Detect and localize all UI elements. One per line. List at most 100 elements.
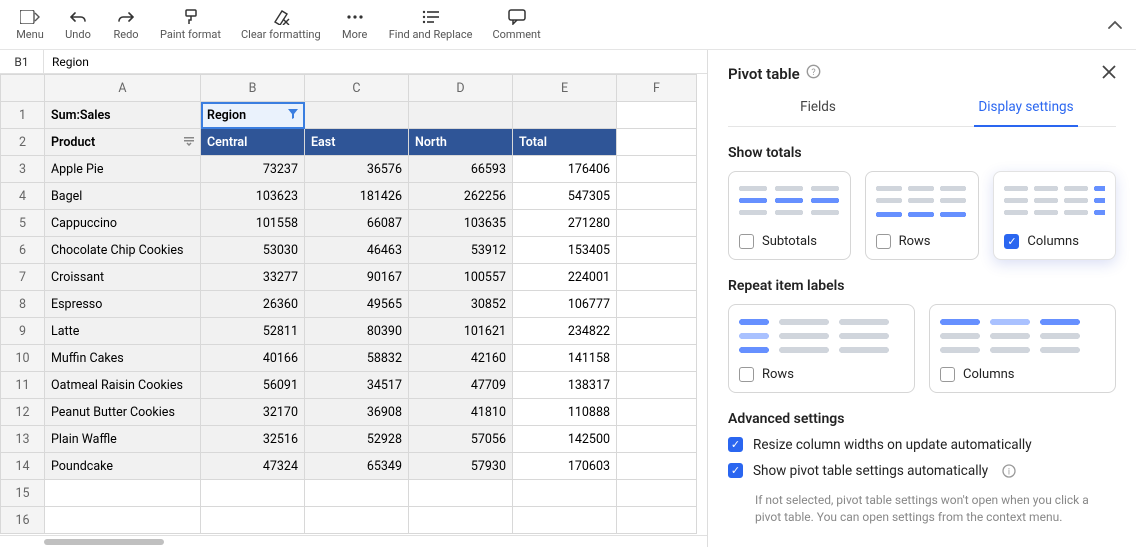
cell-B9[interactable]: 52811 [201,318,305,345]
cell-C10[interactable]: 58832 [305,345,409,372]
row-header-8[interactable]: 8 [1,291,45,318]
checkbox-repeat-columns[interactable] [940,367,955,382]
row-header-7[interactable]: 7 [1,264,45,291]
cell-A6[interactable]: Chocolate Chip Cookies [45,237,201,264]
cell-B12[interactable]: 32170 [201,399,305,426]
cell-B16[interactable] [201,507,305,534]
cell-F6[interactable] [617,237,697,264]
cell-D3[interactable]: 66593 [409,156,513,183]
cell-D10[interactable]: 42160 [409,345,513,372]
filter-icon[interactable] [288,108,298,123]
option-columns-totals[interactable]: Columns [993,171,1116,260]
column-header-F[interactable]: F [617,75,697,102]
cell-C13[interactable]: 52928 [305,426,409,453]
cell-B15[interactable] [201,480,305,507]
cell-C8[interactable]: 49565 [305,291,409,318]
cell-E15[interactable] [513,480,617,507]
cell-E10[interactable]: 141158 [513,345,617,372]
cell-C5[interactable]: 66087 [305,210,409,237]
tab-fields[interactable]: Fields [796,93,840,125]
cell-A15[interactable] [45,480,201,507]
row-header-15[interactable]: 15 [1,480,45,507]
cell-E13[interactable]: 142500 [513,426,617,453]
cell-C9[interactable]: 80390 [305,318,409,345]
help-icon[interactable]: ? [806,64,821,83]
more-button[interactable]: More [333,6,377,43]
cell-F8[interactable] [617,291,697,318]
cell-A8[interactable]: Espresso [45,291,201,318]
cell-B11[interactable]: 56091 [201,372,305,399]
row-header-16[interactable]: 16 [1,507,45,534]
cell-B10[interactable]: 40166 [201,345,305,372]
cell-D15[interactable] [409,480,513,507]
option-subtotals[interactable]: Subtotals [728,171,851,260]
checkbox-subtotals[interactable] [739,234,754,249]
cell-A1[interactable]: Sum:Sales [45,102,201,129]
cell-B1[interactable]: Region [201,102,305,129]
row-header-2[interactable]: 2 [1,129,45,156]
cell-A5[interactable]: Cappuccino [45,210,201,237]
cell-C16[interactable] [305,507,409,534]
option-rows-totals[interactable]: Rows [865,171,980,260]
info-icon[interactable]: i [1002,463,1016,482]
cell-F12[interactable] [617,399,697,426]
cell-B14[interactable]: 47324 [201,453,305,480]
cell-A3[interactable]: Apple Pie [45,156,201,183]
cell-C7[interactable]: 90167 [305,264,409,291]
cell-D8[interactable]: 30852 [409,291,513,318]
cell-E8[interactable]: 106777 [513,291,617,318]
cell-F13[interactable] [617,426,697,453]
dropdown-icon[interactable] [184,135,194,150]
row-header-5[interactable]: 5 [1,210,45,237]
cell-A10[interactable]: Muffin Cakes [45,345,201,372]
formula-bar[interactable]: Region [44,55,707,69]
cell-C2[interactable]: East [305,129,409,156]
row-header-11[interactable]: 11 [1,372,45,399]
cell-F7[interactable] [617,264,697,291]
cell-E16[interactable] [513,507,617,534]
cell-D5[interactable]: 103635 [409,210,513,237]
column-header-D[interactable]: D [409,75,513,102]
cell-C15[interactable] [305,480,409,507]
cell-F15[interactable] [617,480,697,507]
checkbox-rows-totals[interactable] [876,234,891,249]
cell-E1[interactable] [513,102,617,129]
cell-B3[interactable]: 73237 [201,156,305,183]
cell-D6[interactable]: 53912 [409,237,513,264]
cell-E12[interactable]: 110888 [513,399,617,426]
cell-D2[interactable]: North [409,129,513,156]
cell-D9[interactable]: 101621 [409,318,513,345]
column-header-C[interactable]: C [305,75,409,102]
cell-E2[interactable]: Total [513,129,617,156]
row-header-10[interactable]: 10 [1,345,45,372]
cell-C12[interactable]: 36908 [305,399,409,426]
undo-button[interactable]: Undo [56,6,100,43]
cell-F1[interactable] [617,102,697,129]
cell-D13[interactable]: 57056 [409,426,513,453]
cell-C4[interactable]: 181426 [305,183,409,210]
cell-F16[interactable] [617,507,697,534]
cell-B5[interactable]: 101558 [201,210,305,237]
cell-A14[interactable]: Poundcake [45,453,201,480]
cell-A11[interactable]: Oatmeal Raisin Cookies [45,372,201,399]
cell-D14[interactable]: 57930 [409,453,513,480]
collapse-toolbar-button[interactable] [1102,9,1128,40]
cell-C3[interactable]: 36576 [305,156,409,183]
cell-E9[interactable]: 234822 [513,318,617,345]
cell-B13[interactable]: 32516 [201,426,305,453]
cell-D7[interactable]: 100557 [409,264,513,291]
select-all-corner[interactable] [1,75,45,102]
cell-E6[interactable]: 153405 [513,237,617,264]
cell-B8[interactable]: 26360 [201,291,305,318]
comment-button[interactable]: Comment [484,6,548,43]
cell-F11[interactable] [617,372,697,399]
cell-F2[interactable] [617,129,697,156]
row-header-3[interactable]: 3 [1,156,45,183]
cell-D12[interactable]: 41810 [409,399,513,426]
cell-D1[interactable] [409,102,513,129]
row-header-4[interactable]: 4 [1,183,45,210]
checkbox-show-settings-auto[interactable] [728,463,743,478]
row-header-9[interactable]: 9 [1,318,45,345]
cell-E4[interactable]: 547305 [513,183,617,210]
cell-C14[interactable]: 65349 [305,453,409,480]
